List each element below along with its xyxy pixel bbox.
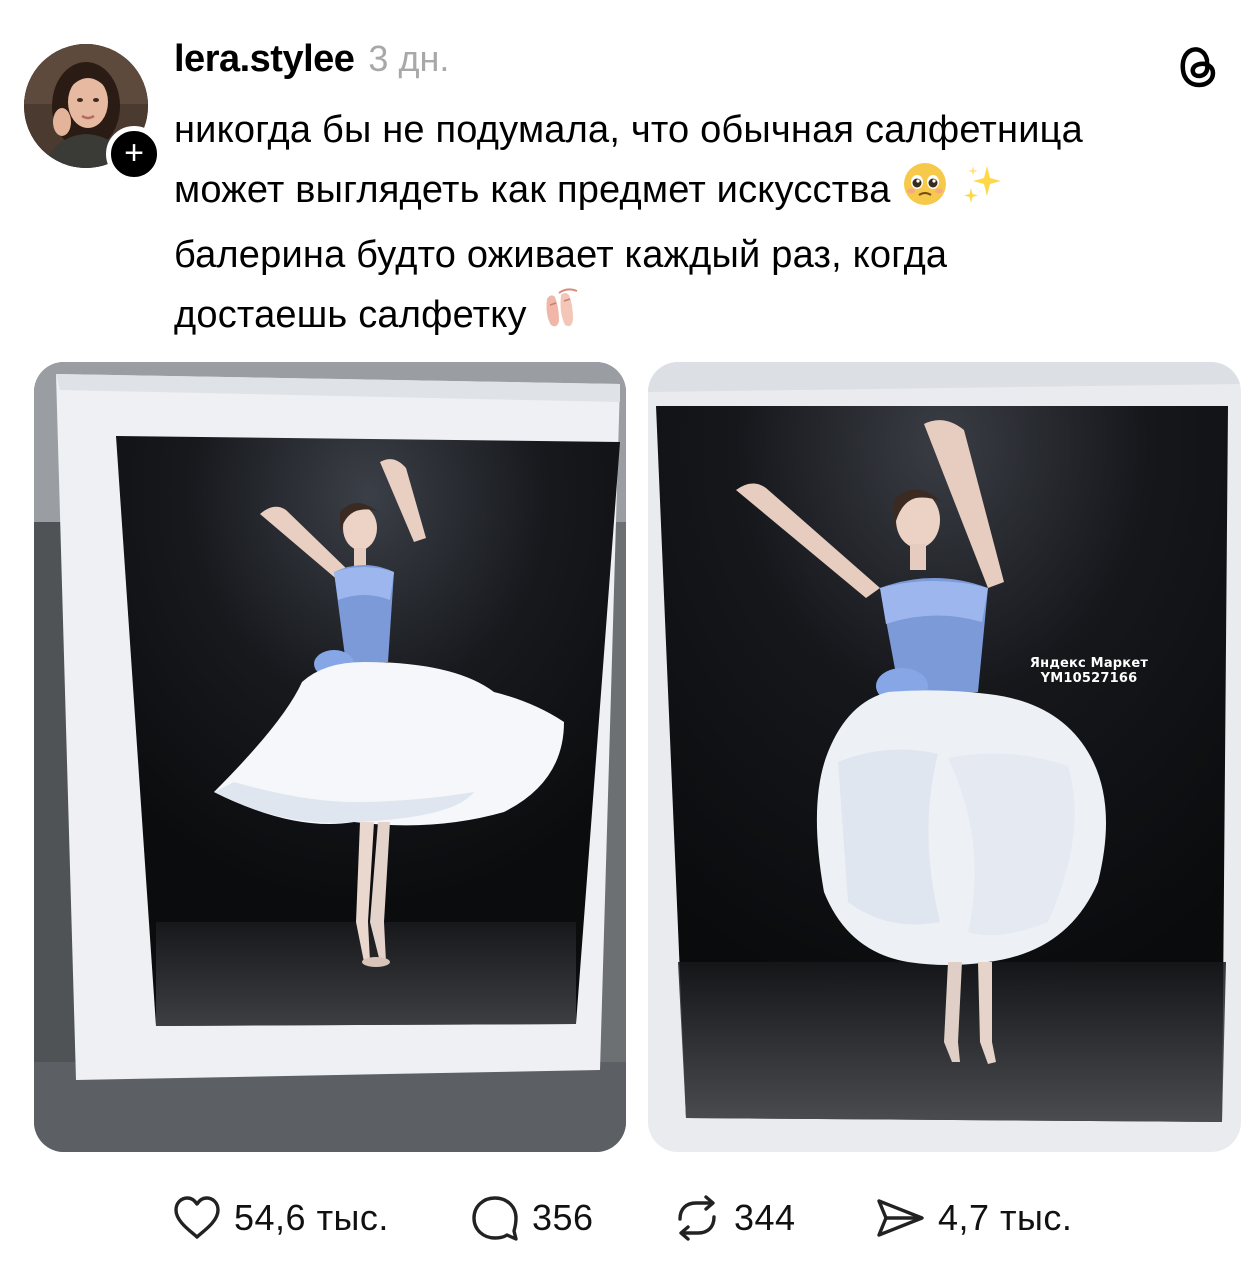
post-image-1[interactable]: [34, 362, 626, 1152]
replies-count: 356: [532, 1197, 594, 1238]
napkin-holder-photo-2: [648, 362, 1241, 1152]
post-text-line-3: балерина будто оживает каждый раз, когда: [174, 234, 948, 276]
post-text-line-4: достаешь салфетку: [174, 294, 527, 336]
reply-button[interactable]: 356: [470, 1190, 594, 1246]
post-text-line-2-row: может выглядеть как предмет искусства: [174, 160, 1234, 226]
shares-count: 4,7 тыс.: [938, 1197, 1073, 1238]
post-timestamp: 3 дн.: [368, 38, 450, 79]
marketplace-watermark: Яндекс Маркет YM10527166: [1024, 656, 1154, 686]
author-username[interactable]: lera.stylee: [174, 38, 355, 81]
repost-arrows-icon: [678, 1195, 716, 1241]
paper-plane-icon: [877, 1199, 924, 1237]
author-avatar-wrap[interactable]: +: [24, 44, 162, 182]
ballet-shoes-emoji-icon: [537, 285, 585, 351]
post-text-line-1: никогда бы не подумала, что обычная салф…: [174, 109, 1083, 151]
sparkles-emoji-icon: [959, 160, 1007, 226]
post-text: никогда бы не подумала, что обычная салф…: [174, 101, 1234, 351]
likes-count: 54,6 тыс.: [234, 1197, 389, 1238]
pleading-face-emoji-icon: [901, 160, 949, 226]
watermark-line-2: YM10527166: [1040, 671, 1138, 686]
follow-plus-button[interactable]: +: [106, 126, 162, 182]
reposts-count: 344: [734, 1197, 796, 1238]
post-text-line-2: может выглядеть как предмет искусства: [174, 169, 891, 211]
post-header: lera.stylee 3 дн.: [174, 38, 449, 86]
repost-button[interactable]: 344: [672, 1190, 796, 1246]
like-button[interactable]: 54,6 тыс.: [172, 1190, 389, 1246]
napkin-holder-photo-1: [34, 362, 626, 1152]
heart-icon: [174, 1196, 220, 1239]
speech-bubble-icon: [472, 1196, 518, 1241]
post-image-2[interactable]: Яндекс Маркет YM10527166: [648, 362, 1241, 1152]
post-text-line-4-row: достаешь салфетку: [174, 285, 1234, 351]
threads-logo-icon[interactable]: [1174, 42, 1222, 90]
post-actions-bar: 54,6 тыс. 356 344 4,7 тыс.: [172, 1190, 1172, 1246]
watermark-line-1: Яндекс Маркет: [1029, 656, 1149, 671]
share-button[interactable]: 4,7 тыс.: [874, 1190, 1072, 1246]
